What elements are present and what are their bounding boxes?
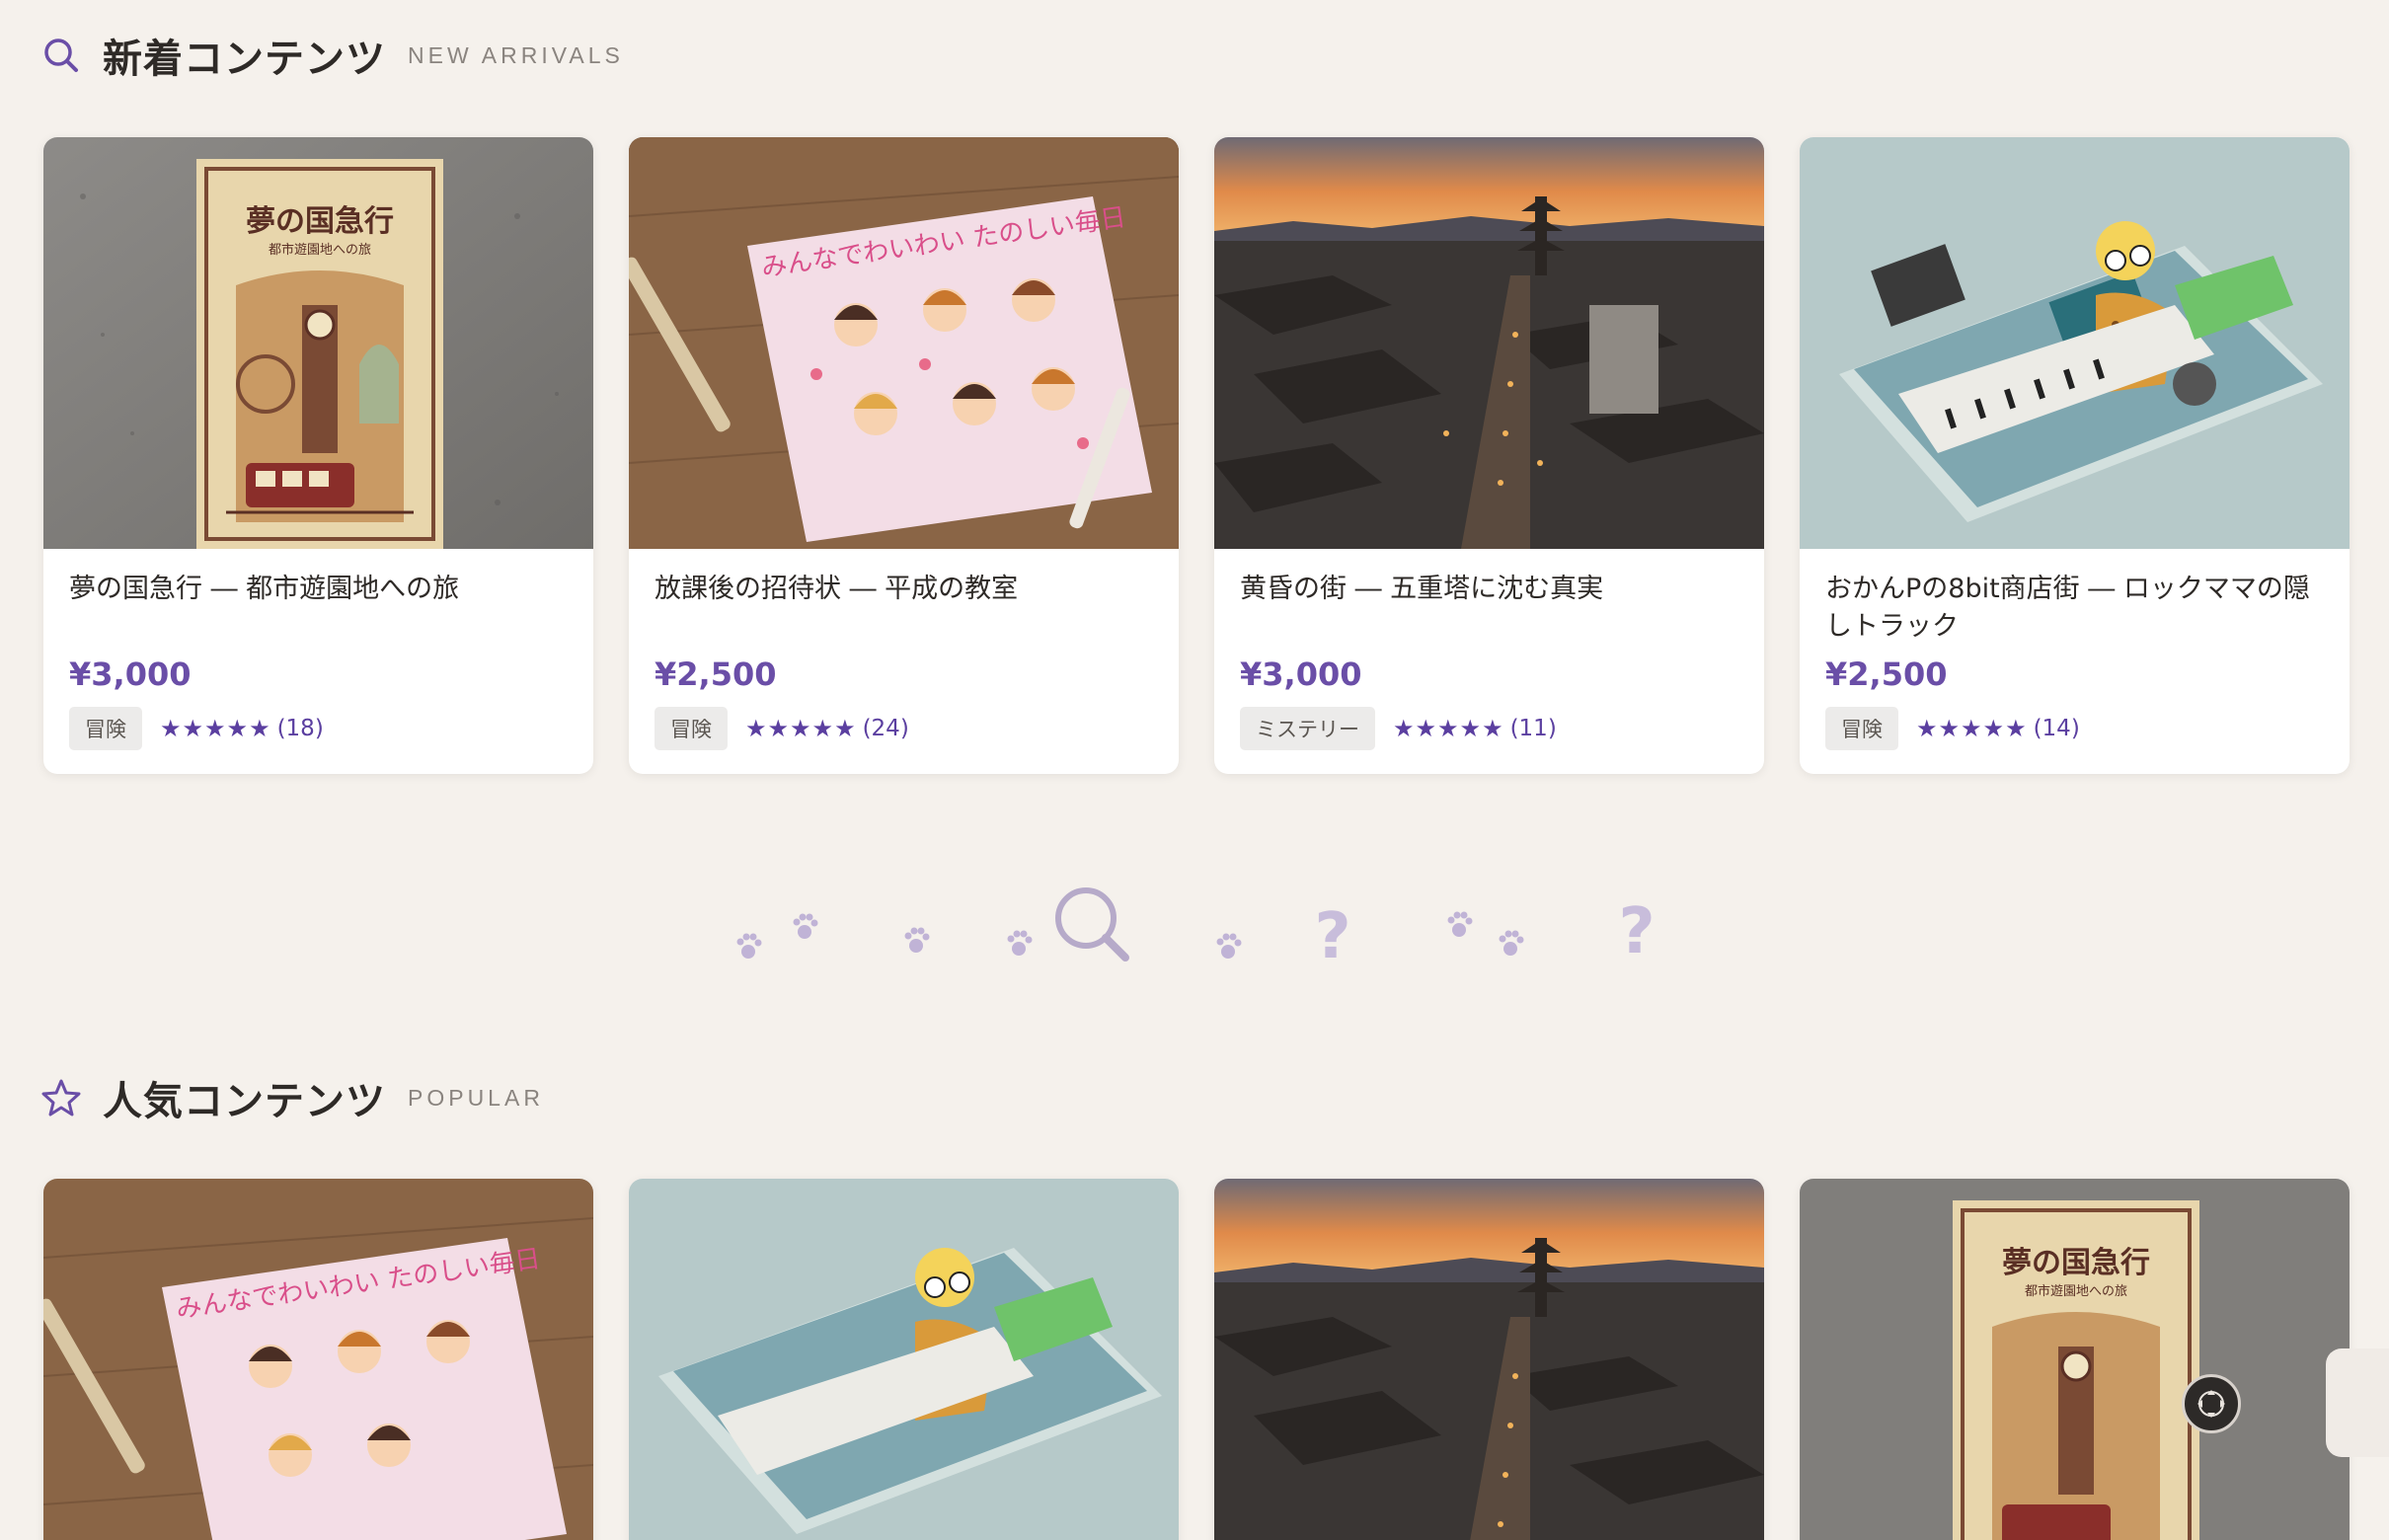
popular-grid: みんなでわいわい たのしい毎日 夢の国急行 都市遊園地への旅 xyxy=(43,1179,2350,1540)
card-title[interactable]: 放課後の招待状 ― 平成の教室 xyxy=(655,571,1153,646)
section-subtitle: POPULAR xyxy=(408,1084,544,1111)
genre-tag[interactable]: 冒険 xyxy=(655,707,728,750)
genre-tag[interactable]: 冒険 xyxy=(1825,707,1898,750)
section-title: 人気コンテンツ xyxy=(103,1079,386,1124)
section-header-new: 新着コンテンツ NEW ARRIVALS xyxy=(41,26,624,85)
side-scroll-tab[interactable] xyxy=(2326,1348,2389,1457)
poster-subtitle: 都市遊園地への旅 xyxy=(269,242,371,258)
genre-tag[interactable]: 冒険 xyxy=(69,707,142,750)
svg-text:?: ? xyxy=(1618,895,1655,968)
card-price: ¥2,500 xyxy=(1825,655,1948,693)
poster-subtitle: 都市遊園地への旅 xyxy=(2025,1283,2127,1299)
review-count: (24) xyxy=(862,716,909,741)
content-card[interactable] xyxy=(629,1179,1179,1540)
review-count: (11) xyxy=(1509,716,1557,741)
content-card[interactable]: みんなでわいわい たのしい毎日 放課後の招待状 ― 平成の教室 ¥2,500 冒… xyxy=(629,137,1179,774)
review-count: (14) xyxy=(2033,716,2080,741)
svg-text:?: ? xyxy=(1314,900,1350,973)
card-thumbnail-retro-poster[interactable]: 夢の国急行 都市遊園地への旅 xyxy=(43,137,593,549)
poster-title: 夢の国急行 xyxy=(246,204,394,239)
card-title[interactable]: おかんPの8bit商店街 ― ロックママの隠しトラック xyxy=(1825,571,2324,646)
content-card[interactable]: 夢の国急行 都市遊園地への旅 xyxy=(1800,1179,2350,1540)
genre-tag[interactable]: ミステリー xyxy=(1240,707,1375,750)
content-card[interactable]: みんなでわいわい たのしい毎日 xyxy=(43,1179,593,1540)
card-title[interactable]: 夢の国急行 ― 都市遊園地への旅 xyxy=(69,571,568,646)
content-card[interactable]: おかんPの8bit商店街 ― ロックママの隠しトラック ¥2,500 冒険 ★★… xyxy=(1800,137,2350,774)
card-price: ¥2,500 xyxy=(655,655,777,693)
card-thumbnail-cd-case[interactable] xyxy=(629,1179,1179,1540)
card-thumbnail-retro-poster[interactable]: 夢の国急行 都市遊園地への旅 xyxy=(1800,1179,2350,1540)
card-thumbnail-kyoto-dusk[interactable] xyxy=(1214,1179,1764,1540)
review-count: (18) xyxy=(276,716,324,741)
paw-icon xyxy=(736,911,1524,959)
content-card[interactable]: 夢の国急行 都市遊園地への旅 夢の国急行 ― 都市遊園地への旅 ¥3,000 冒… xyxy=(43,137,593,774)
poster-title: 夢の国急行 xyxy=(2002,1246,2150,1280)
content-card[interactable]: 黄昏の街 ― 五重塔に沈む真実 ¥3,000 ミステリー ★★★★★ (11) xyxy=(1214,137,1764,774)
question-icon: ? ? xyxy=(1314,895,1655,973)
rating-stars: ★★★★★ xyxy=(1916,715,2028,742)
rating-stars: ★★★★★ xyxy=(160,715,271,742)
section-header-popular: 人気コンテンツ POPULAR xyxy=(41,1068,544,1127)
decorative-divider: ? ? xyxy=(736,887,1656,973)
section-title: 新着コンテンツ xyxy=(103,37,386,82)
new-arrivals-grid: 夢の国急行 都市遊園地への旅 夢の国急行 ― 都市遊園地への旅 ¥3,000 冒… xyxy=(43,137,2350,774)
card-price: ¥3,000 xyxy=(1240,655,1362,693)
move-arrows-icon xyxy=(2197,1390,2225,1418)
card-thumbnail-sticker-sheet[interactable]: みんなでわいわい たのしい毎日 xyxy=(629,137,1179,549)
search-icon xyxy=(41,36,81,75)
card-price: ¥3,000 xyxy=(69,655,192,693)
card-thumbnail-sticker-sheet[interactable]: みんなでわいわい たのしい毎日 xyxy=(43,1179,593,1540)
card-title[interactable]: 黄昏の街 ― 五重塔に沈む真実 xyxy=(1240,571,1738,646)
rating-stars: ★★★★★ xyxy=(745,715,857,742)
card-thumbnail-cd-case[interactable] xyxy=(1800,137,2350,549)
section-subtitle: NEW ARRIVALS xyxy=(408,41,624,68)
content-card[interactable] xyxy=(1214,1179,1764,1540)
star-icon xyxy=(41,1078,81,1117)
card-thumbnail-kyoto-dusk[interactable] xyxy=(1214,137,1764,549)
move-handle-button[interactable] xyxy=(2182,1374,2241,1433)
rating-stars: ★★★★★ xyxy=(1393,715,1504,742)
magnifier-icon xyxy=(1055,887,1129,962)
